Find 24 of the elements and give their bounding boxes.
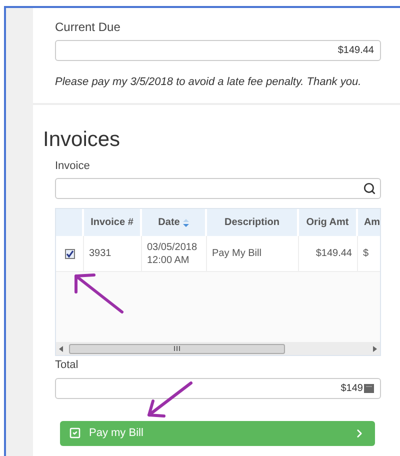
field-label: Total (55, 358, 80, 373)
sort-icon (182, 218, 189, 226)
search-icon (363, 182, 376, 195)
horizontal-scrollbar[interactable] (56, 342, 380, 355)
invoice-search-field[interactable] (55, 178, 381, 199)
field-label: Current Due (55, 19, 122, 36)
annotation-arrow (72, 272, 124, 314)
table-cell: Pay My Bill (207, 236, 299, 271)
total-field[interactable]: $149 (55, 378, 381, 398)
current-due-field[interactable]: $149.44 (55, 40, 381, 61)
scroll-left-icon[interactable] (59, 346, 63, 352)
table-cell: $149.44 (299, 236, 358, 271)
section-title: Invoices (43, 128, 122, 150)
table-cell: 03/05/2018 12:00 AM (142, 236, 207, 271)
check-square-icon (69, 427, 81, 439)
grip-icon (174, 346, 180, 351)
scroll-right-icon[interactable] (373, 346, 377, 352)
total-value: $149 (340, 382, 363, 396)
overlay-icon (364, 384, 374, 392)
table-cell: 3931 (84, 236, 142, 271)
notice-text: Please pay my 3/5/2018 to avoid a late fee penalty. Thank you. (55, 75, 362, 90)
field-label: Invoice (55, 158, 91, 174)
row-checkbox[interactable] (64, 248, 74, 258)
table-cell: $ (358, 236, 380, 271)
